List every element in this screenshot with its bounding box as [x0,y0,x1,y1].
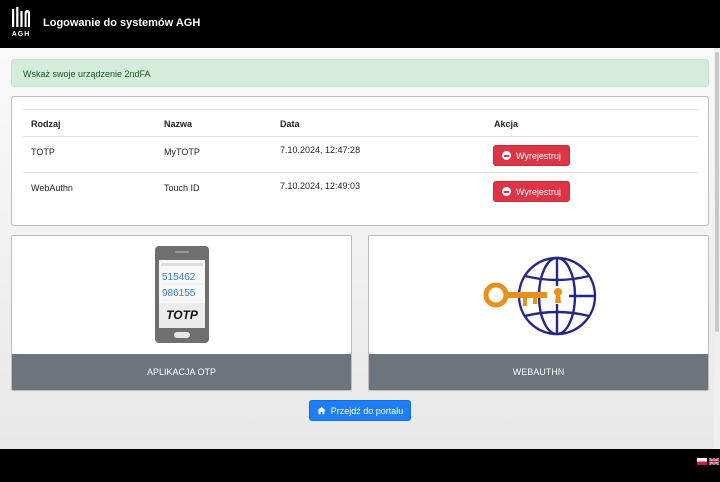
minus-circle-icon [502,187,511,196]
devices-card: Rodzaj Nazwa Data Akcja TOTP MyTOTP 7.10… [11,96,709,226]
device-type: TOTP [31,147,55,157]
phone-otp-icon: 515462 986155 TOTP [155,246,209,343]
svg-text:986155: 986155 [162,288,196,299]
otp-app-card[interactable]: 515462 986155 TOTP APLIKACJA OTP [11,235,352,391]
bottom-bar [0,449,720,482]
device-date: 7.10.2024, 12:47:28 [280,145,361,155]
home-icon [317,406,326,415]
go-to-portal-button[interactable]: Przejdź do portalu [309,400,411,421]
logo-text: AGH [11,31,31,38]
column-header-type: Rodzaj [31,119,61,129]
minus-circle-icon [502,151,511,160]
scrollbar-thumb[interactable] [715,52,719,332]
svg-text:515462: 515462 [162,272,196,283]
unregister-button[interactable]: Wyrejestruj [493,145,570,166]
device-name: Touch ID [164,183,200,193]
column-header-date: Data [280,119,300,129]
pl-flag-icon[interactable] [697,458,707,465]
webauthn-label: WEBAUTHN [369,354,708,390]
column-header-name: Nazwa [164,119,193,129]
devices-table: Rodzaj Nazwa Data Akcja TOTP MyTOTP 7.10… [23,109,698,209]
go-to-portal-label: Przejdź do portalu [330,405,404,416]
unregister-label: Wyrejestruj [516,186,561,197]
column-header-action: Akcja [494,119,519,129]
unregister-button[interactable]: Wyrejestruj [493,181,570,202]
device-name: MyTOTP [164,147,200,157]
table-row: TOTP MyTOTP 7.10.2024, 12:47:28 Wyrejest… [23,137,698,173]
alert-text: Wskaż swoje urządzenie 2ndFA [23,69,151,79]
device-date: 7.10.2024, 12:49:03 [280,181,361,191]
table-header-row: Rodzaj Nazwa Data Akcja [23,110,698,137]
en-flag-icon[interactable] [709,458,719,465]
webauthn-card[interactable]: WEBAUTHN [368,235,709,391]
agh-logo: AGH [10,7,32,43]
vertical-scrollbar[interactable] [714,48,720,449]
device-type: WebAuthn [31,183,73,193]
otp-app-label: APLIKACJA OTP [12,354,351,390]
page-title: Logowanie do systemów AGH [43,17,201,29]
top-bar: AGH Logowanie do systemów AGH [0,0,720,48]
key-globe-icon [483,256,597,336]
table-row: WebAuthn Touch ID 7.10.2024, 12:49:03 Wy… [23,173,698,209]
unregister-label: Wyrejestruj [516,150,561,161]
agh-logo-icon [12,7,30,27]
info-alert: Wskaż swoje urządzenie 2ndFA [11,59,709,87]
svg-text:TOTP: TOTP [166,308,199,322]
